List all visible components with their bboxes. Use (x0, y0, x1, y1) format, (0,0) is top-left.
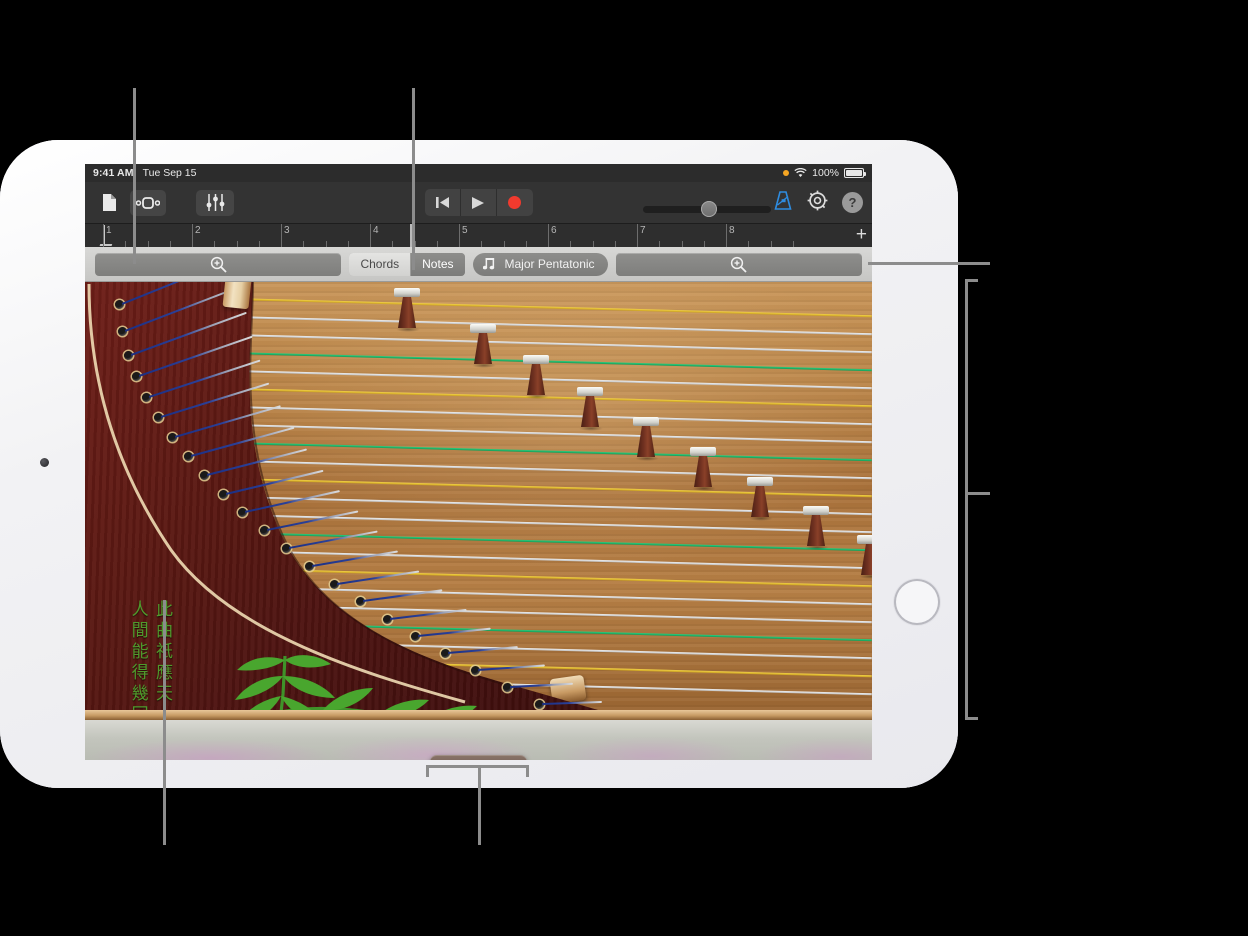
rewind-icon[interactable] (424, 189, 461, 216)
callout-bracket-glissando-left (426, 765, 429, 777)
scale-selector-button[interactable]: Major Pentatonic (472, 252, 608, 276)
ruler-bar-number: 3 (284, 225, 290, 236)
callout-bracket-strings-vertical (965, 279, 968, 720)
callout-line-calligraphy (163, 600, 166, 845)
callout-line-glissando (478, 765, 481, 845)
callout-line-zoom-control (133, 88, 136, 264)
mixer-faders-icon[interactable] (196, 189, 234, 216)
status-date: Tue Sep 15 (142, 167, 197, 179)
ruler-bar-number: 6 (551, 225, 557, 236)
string-bridge (520, 355, 554, 400)
ruler-bar-line (637, 224, 638, 247)
string-bridge (854, 535, 872, 580)
ruler-bar-line (548, 224, 549, 247)
instrument-control-bar: Chords Notes Major Pentatonic (85, 247, 872, 282)
string-bridge (800, 506, 834, 551)
toolbar-right-group: ? (773, 190, 863, 216)
callout-bracket-strings-bottom (965, 717, 978, 720)
guzheng-instrument[interactable]: 此曲祇應天上有 人間能得幾回聞 (85, 282, 872, 760)
glissando-control[interactable] (430, 755, 527, 760)
gear-icon[interactable] (807, 190, 828, 216)
zoom-in-button-left[interactable] (95, 252, 342, 276)
ruler-bar-number: 8 (729, 225, 735, 236)
head-nut (222, 282, 252, 310)
chords-notes-segmented-control[interactable]: Chords Notes (349, 252, 465, 276)
ruler-bar-number: 7 (640, 225, 646, 236)
timeline-ruler[interactable]: 1 2 3 4 5 6 7 8 + (85, 224, 872, 247)
status-right-group: 100% (783, 167, 866, 179)
ruler-bar-line (103, 224, 104, 247)
transport-controls (424, 189, 533, 216)
battery-percent: 100% (812, 167, 839, 179)
landscape-artwork (85, 720, 872, 760)
status-bar: 9:41 AM Tue Sep 15 100% (85, 164, 872, 182)
zoom-in-icon (210, 256, 227, 273)
scale-label: Major Pentatonic (504, 257, 595, 271)
bottom-rail (85, 710, 872, 720)
recording-indicator-icon (783, 170, 790, 176)
zoom-in-button-right[interactable] (615, 252, 862, 276)
callout-line-chords-notes (412, 88, 415, 270)
beamed-notes-icon (482, 258, 494, 270)
string-bridge (391, 288, 425, 333)
ruler-bar-line (370, 224, 371, 247)
ruler-bar-number: 5 (462, 225, 468, 236)
string-bridge (574, 387, 608, 432)
add-track-button[interactable]: + (856, 225, 867, 244)
ruler-bar-line (459, 224, 460, 247)
slider-knob[interactable] (701, 201, 717, 217)
ruler-bar-line (281, 224, 282, 247)
metronome-icon[interactable] (773, 190, 793, 215)
segment-notes[interactable]: Notes (411, 252, 465, 276)
status-time: 9:41 AM (93, 167, 134, 179)
zoom-in-icon (731, 256, 747, 273)
ruler-bar-line (726, 224, 727, 247)
main-toolbar: ? (85, 182, 872, 224)
string-bridge (744, 477, 778, 522)
string-bridge (467, 324, 501, 369)
document-icon[interactable] (94, 190, 124, 216)
string-bridge (687, 447, 721, 492)
wifi-icon (794, 168, 807, 177)
ruler-bar-line (192, 224, 193, 247)
app-screen: 9:41 AM Tue Sep 15 100% ? 1 2 3 4 5 6 7 … (85, 164, 872, 760)
callout-line-right-zoom (868, 262, 990, 265)
ruler-bar-number: 4 (373, 225, 379, 236)
callout-bracket-glissando-right (526, 765, 529, 777)
segment-chords[interactable]: Chords (349, 252, 412, 276)
ruler-bar-number: 2 (195, 225, 201, 236)
front-camera-icon (40, 458, 49, 467)
string-bridge (630, 417, 664, 462)
master-volume-slider[interactable] (643, 201, 771, 217)
ruler-bar-number: 1 (106, 225, 112, 236)
callout-bracket-strings-leader (965, 492, 990, 495)
home-button[interactable] (894, 579, 940, 625)
play-icon[interactable] (460, 189, 497, 216)
record-icon[interactable] (496, 189, 533, 216)
help-button[interactable]: ? (842, 192, 863, 213)
screenshot-root: 9:41 AM Tue Sep 15 100% ? 1 2 3 4 5 6 7 … (0, 0, 1248, 936)
battery-icon (844, 168, 866, 178)
callout-bracket-strings-top (965, 279, 978, 282)
